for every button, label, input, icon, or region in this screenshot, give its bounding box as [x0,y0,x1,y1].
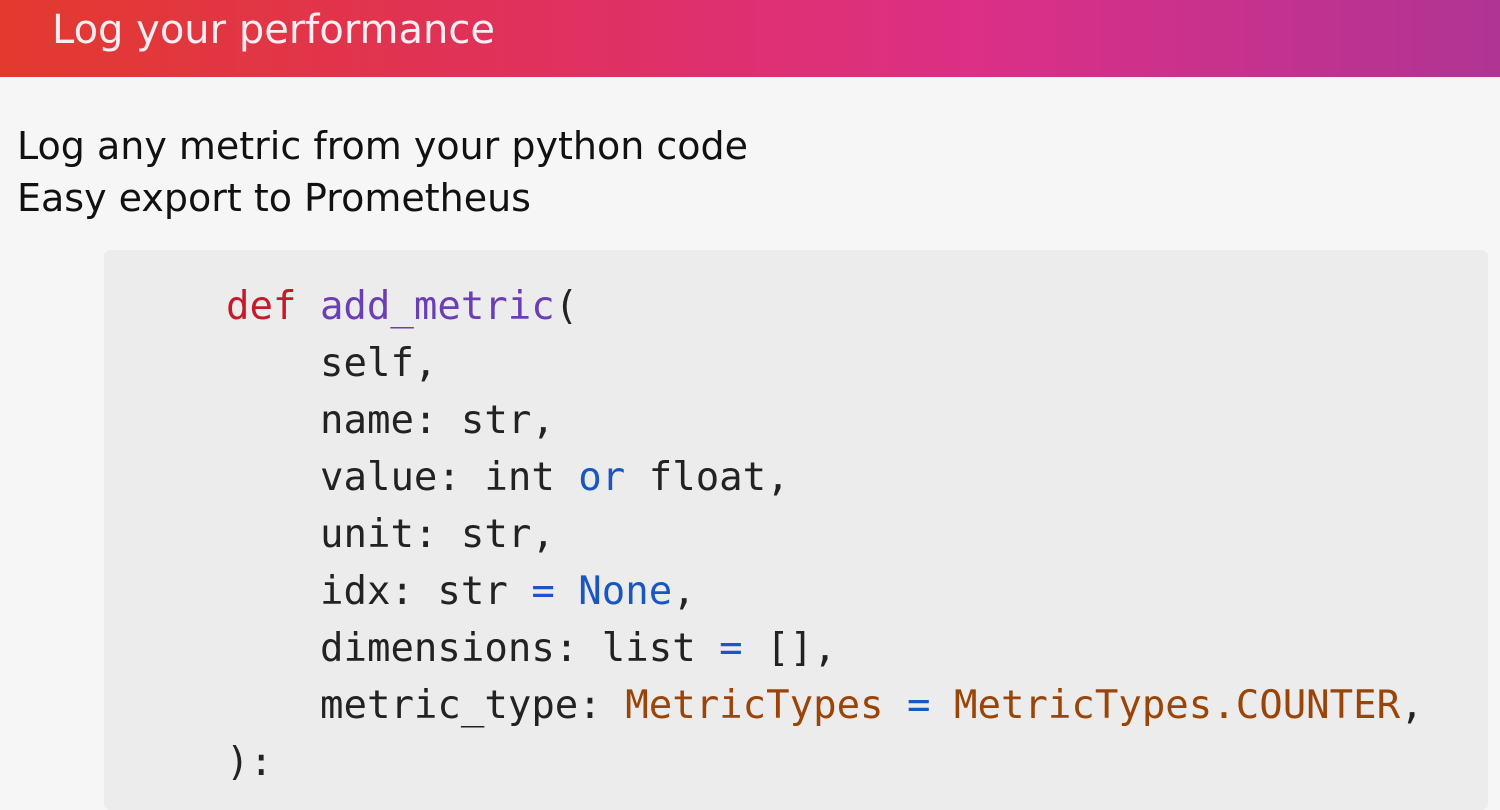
param-name: name: str, [320,398,555,443]
idx-default-none: None [578,569,673,614]
open-paren: ( [554,284,579,329]
param-self: self, [320,341,438,386]
dimensions-equals-operator: = [719,626,743,671]
metric-type-comma: , [1400,683,1424,728]
idx-comma: , [672,569,696,614]
code-block: def add_metric( self, name: str, value: int… [104,250,1488,810]
param-dimensions-prefix: dimensions: list [320,626,720,671]
def-keyword: def [226,284,297,329]
param-metric-type-prefix: metric_type: [320,683,626,728]
code-listing: def add_metric( self, name: str, value: int… [226,278,1424,791]
code-line-def: def add_metric( [226,278,1424,335]
idx-equals-operator: = [531,569,555,614]
code-line-idx: idx: str = None, [226,563,1424,620]
param-unit: unit: str, [320,512,555,557]
param-value-suffix: float, [625,455,790,500]
function-name: add_metric [319,284,555,329]
code-line-value: value: int or float, [226,449,1424,506]
or-keyword: or [578,455,626,500]
close-paren-colon: ): [226,740,273,785]
slide-title-bar: Log your performance [0,0,1500,77]
bullet-log-metric: Log any metric from your python code [17,124,749,168]
code-line-dimensions: dimensions: list = [], [226,620,1424,677]
code-line-name: name: str, [226,392,1424,449]
code-line-close: ): [226,734,1424,791]
code-line-unit: unit: str, [226,506,1424,563]
metric-type-annotation: MetricTypes [625,683,884,728]
bullet-export-prometheus: Easy export to Prometheus [17,176,531,220]
slide-bullets: Log any metric from your python code Eas… [17,120,748,224]
param-value-prefix: value: int [320,455,579,500]
code-line-metric-type: metric_type: MetricTypes = MetricTypes.C… [226,677,1424,734]
slide-title: Log your performance [52,7,495,53]
metric-type-default: MetricTypes.COUNTER [953,683,1401,728]
param-idx-prefix: idx: str [320,569,532,614]
code-line-self: self, [226,335,1424,392]
metric-type-equals-operator: = [907,683,931,728]
dimensions-default: [], [742,626,837,671]
